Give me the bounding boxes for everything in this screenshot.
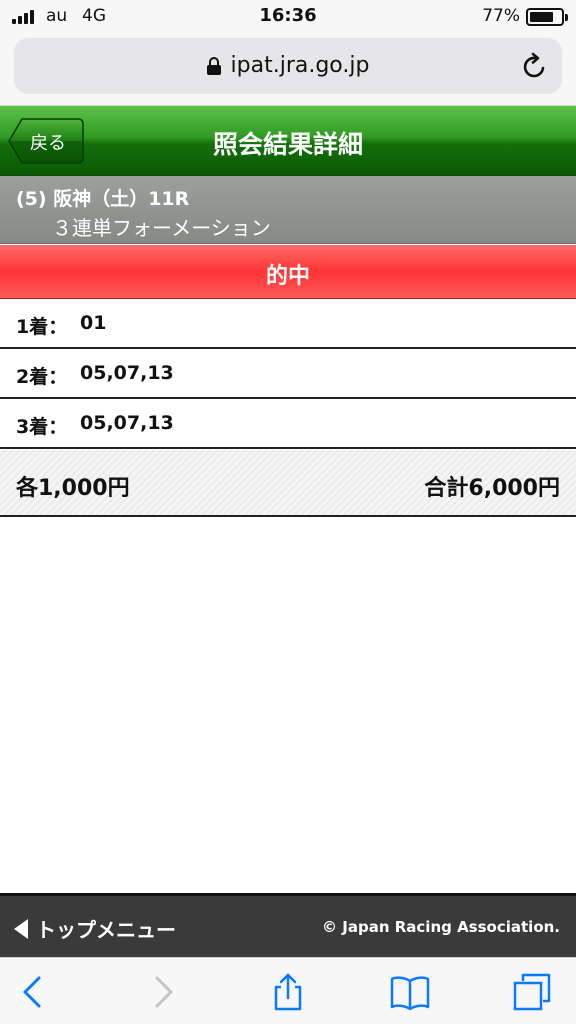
unit-amount: 各1,000円 <box>16 476 130 501</box>
reload-icon[interactable] <box>522 52 548 80</box>
lock-icon <box>206 56 221 75</box>
top-menu-label: トップメニュー <box>36 918 176 942</box>
place-row-3: 3着： 05,07,13 <box>0 399 576 449</box>
amount-row: 各1,000円 合計6,000円 <box>0 450 576 517</box>
result-status: 的中 <box>265 264 310 289</box>
address-bar[interactable]: ipat.jra.go.jp <box>14 38 562 94</box>
battery-percentage: 77% <box>482 6 520 26</box>
race-name: (5) 阪神（土）11R <box>16 188 190 210</box>
triangle-left-icon <box>14 918 28 939</box>
place-label: 2着： <box>16 366 68 388</box>
url-text: ipat.jra.go.jp <box>230 53 370 78</box>
title-bar: 戻る 照会結果詳細 <box>0 106 576 176</box>
forward-arrow-icon[interactable] <box>142 972 182 1012</box>
place-row-2: 2着： 05,07,13 <box>0 349 576 399</box>
copyright-text: © Japan Racing Association. <box>322 918 560 936</box>
place-value: 05,07,13 <box>80 412 174 434</box>
result-banner: 的中 <box>0 245 576 299</box>
bet-type: ３連単フォーメーション <box>52 216 271 240</box>
place-label: 1着： <box>16 316 68 338</box>
place-value: 01 <box>80 312 107 334</box>
status-bar: au 4G 16:36 77% <box>0 0 576 34</box>
tabs-icon[interactable] <box>512 972 552 1012</box>
place-label: 3着： <box>16 416 68 438</box>
place-row-1: 1着： 01 <box>0 299 576 349</box>
page-footer: トップメニュー © Japan Racing Association. <box>0 893 576 957</box>
back-arrow-icon[interactable] <box>14 972 54 1012</box>
browser-address-area: ipat.jra.go.jp <box>0 34 576 106</box>
share-icon[interactable] <box>268 972 308 1012</box>
race-info: (5) 阪神（土）11R ３連単フォーメーション <box>0 176 576 244</box>
browser-toolbar <box>0 957 576 1024</box>
place-value: 05,07,13 <box>80 362 174 384</box>
top-menu-link[interactable]: トップメニュー <box>14 914 176 943</box>
battery-icon <box>526 8 568 26</box>
total-amount: 合計6,000円 <box>424 476 560 501</box>
bookmarks-icon[interactable] <box>390 972 430 1012</box>
page-title: 照会結果詳細 <box>212 130 363 159</box>
